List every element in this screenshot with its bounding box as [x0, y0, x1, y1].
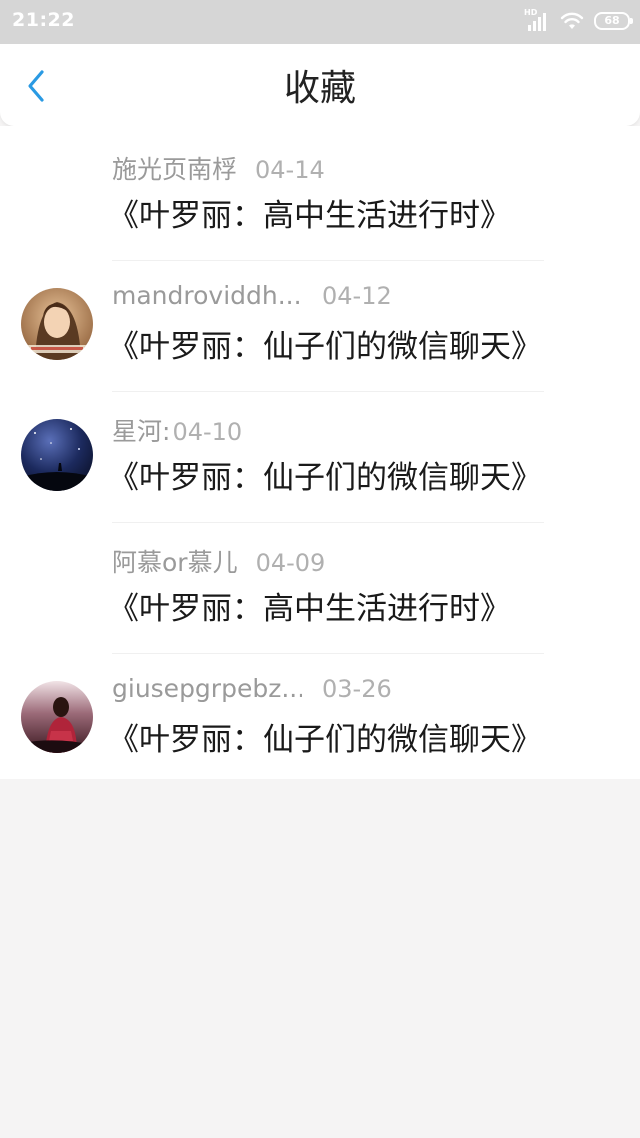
page-title: 收藏 — [283, 68, 356, 109]
status-time: 21:22 — [12, 9, 75, 31]
item-meta: 施光页南桴 04-14 — [112, 150, 325, 184]
item-meta: mandroviddh... 04-12 — [112, 281, 392, 315]
item-date: 03-26 — [322, 675, 392, 703]
item-meta: giusepgrpebz... 03-26 — [112, 674, 392, 708]
favorites-list: 施光页南桴 04-14 《叶罗丽：高中生活进行时》 mandroviddh...… — [0, 126, 640, 785]
favorite-item[interactable]: mandroviddh... 04-12 《叶罗丽：仙子们的微信聊天》 — [0, 261, 640, 392]
avatar[interactable] — [21, 288, 93, 360]
wifi-icon — [560, 12, 584, 30]
nav-bar: 收藏 — [0, 44, 640, 126]
favorite-item[interactable]: giusepgrpebz... 03-26 《叶罗丽：仙子们的微信聊天》 — [0, 654, 640, 785]
item-date: 04-12 — [322, 282, 392, 310]
item-username: 星河: — [112, 417, 171, 446]
avatar[interactable] — [21, 419, 93, 491]
item-title: 《叶罗丽：仙子们的微信聊天》 — [108, 329, 542, 365]
signal-icon: HD — [524, 8, 550, 31]
item-username: 施光页南桴 — [112, 155, 238, 184]
favorite-item[interactable]: 施光页南桴 04-14 《叶罗丽：高中生活进行时》 — [0, 130, 640, 261]
item-title: 《叶罗丽：仙子们的微信聊天》 — [108, 722, 542, 758]
item-meta: 星河: 04-10 — [112, 412, 242, 446]
favorite-item[interactable]: 阿慕or慕儿 04-09 《叶罗丽：高中生活进行时》 — [0, 523, 640, 654]
item-meta: 阿慕or慕儿 04-09 — [112, 543, 325, 577]
favorite-item[interactable]: 星河: 04-10 《叶罗丽：仙子们的微信聊天》 — [0, 392, 640, 523]
item-username: giusepgrpebz... — [112, 674, 302, 703]
item-title: 《叶罗丽：高中生活进行时》 — [108, 198, 511, 234]
item-title: 《叶罗丽：高中生活进行时》 — [108, 591, 511, 627]
item-username: mandroviddh... — [112, 281, 302, 310]
battery-level: 68 — [604, 14, 620, 27]
item-username: 阿慕or慕儿 — [112, 548, 238, 577]
item-date: 04-09 — [255, 549, 326, 577]
empty-area — [0, 779, 640, 1138]
avatar[interactable] — [21, 681, 93, 753]
status-bar: 21:22 HD 68 — [0, 0, 640, 44]
item-date: 04-14 — [255, 156, 325, 184]
status-icons: HD 68 — [524, 8, 633, 32]
item-date: 04-10 — [172, 418, 243, 446]
battery-icon: 68 — [594, 12, 633, 30]
item-title: 《叶罗丽：仙子们的微信聊天》 — [108, 460, 542, 496]
